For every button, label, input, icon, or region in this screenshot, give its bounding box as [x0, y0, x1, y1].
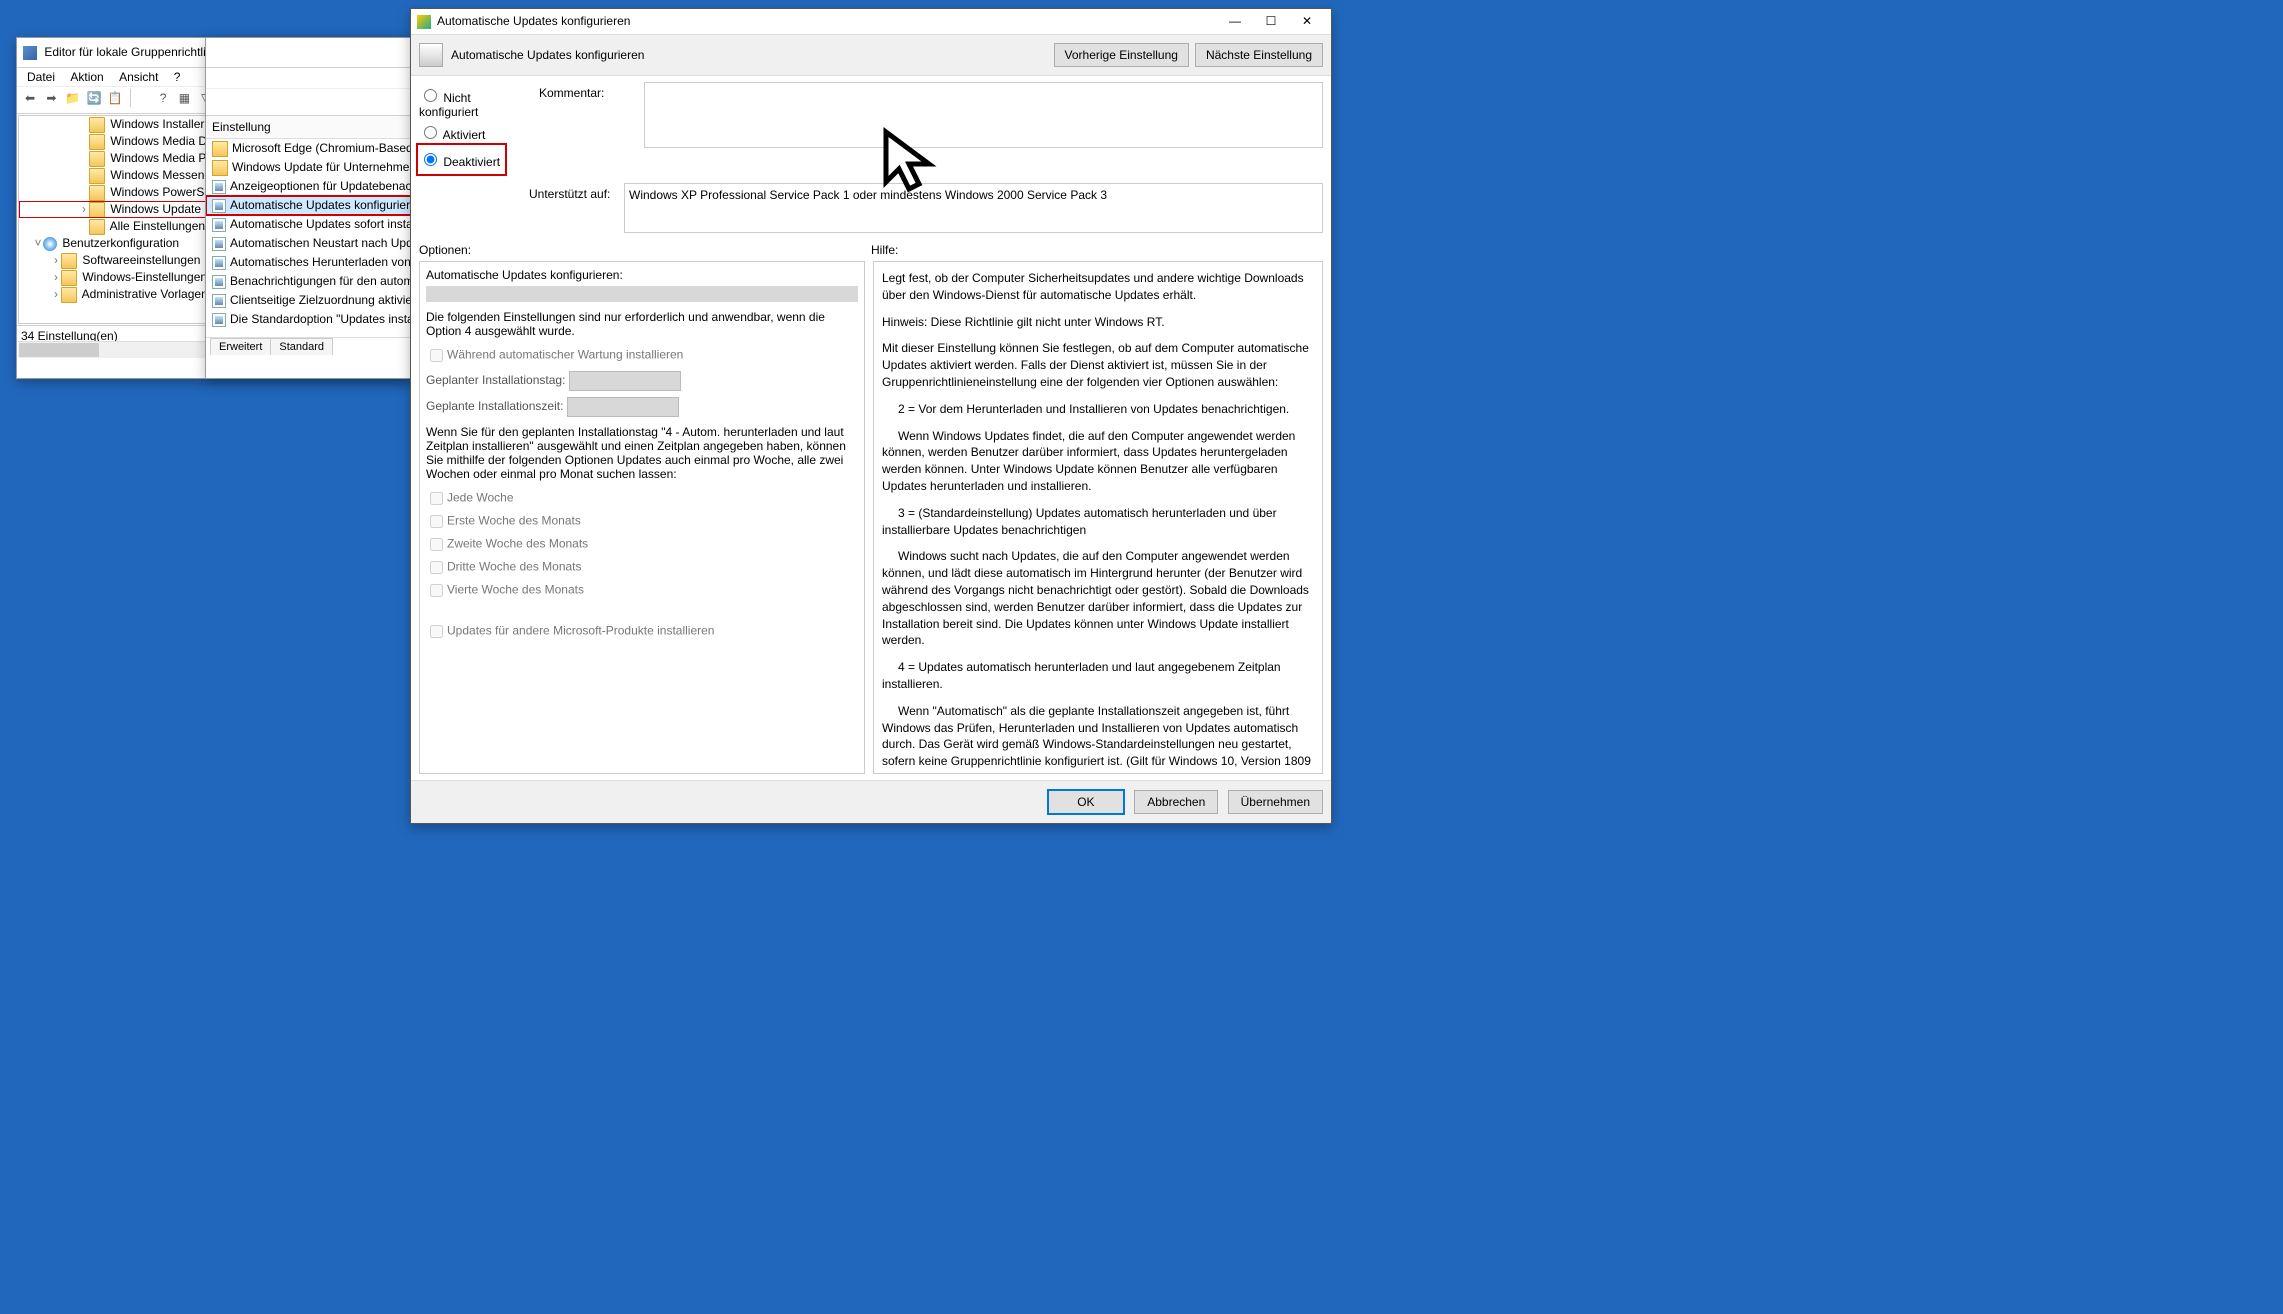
ok-button[interactable]: OK	[1047, 789, 1125, 815]
forward-icon[interactable]: ➡	[42, 89, 60, 107]
tree-item-label: Windows-Einstellungen	[82, 270, 207, 284]
tree-item-label: Alle Einstellungen	[110, 219, 205, 233]
menu-hilfe[interactable]: ?	[168, 68, 187, 86]
tab-erweitert[interactable]: Erweitert	[210, 338, 271, 355]
dialog-icon	[417, 15, 431, 29]
properties-icon[interactable]: ▦	[175, 89, 193, 107]
chk-week4[interactable]: Vierte Woche des Monats	[426, 581, 858, 600]
policy-item-icon	[212, 237, 226, 251]
radio-enabled[interactable]: Aktiviert	[419, 123, 529, 142]
menu-aktion[interactable]: Aktion	[64, 68, 109, 86]
chk-other-ms[interactable]: Updates für andere Microsoft-Produkte in…	[426, 622, 858, 641]
user-icon	[43, 237, 57, 251]
chk-week1[interactable]: Erste Woche des Monats	[426, 512, 858, 531]
comment-input[interactable]	[644, 82, 1323, 148]
folder-icon	[89, 219, 105, 235]
comment-label: Kommentar:	[539, 82, 634, 100]
maximize-button[interactable]: ☐	[1253, 12, 1289, 32]
up-icon[interactable]: 📁	[64, 89, 82, 107]
folder-icon	[89, 185, 105, 201]
help-p8: 4 = Updates automatisch herunterladen un…	[882, 659, 1314, 693]
list-item-label: Automatische Updates konfigurieren	[230, 198, 423, 212]
cancel-button[interactable]: Abbrechen	[1134, 790, 1218, 814]
scroll-thumb[interactable]	[19, 343, 99, 357]
install-day-select[interactable]	[569, 371, 681, 391]
row-install-day: Geplanter Installationstag:	[426, 371, 858, 391]
radio-not-configured[interactable]: Nicht konfiguriert	[419, 86, 529, 119]
help-label: Hilfe:	[871, 243, 1323, 257]
help-icon[interactable]: ?	[154, 89, 172, 107]
options-pane[interactable]: Automatische Updates konfigurieren: Die …	[419, 261, 865, 774]
supported-label: Unterstützt auf:	[529, 183, 624, 233]
help-pane[interactable]: Legt fest, ob der Computer Sicherheitsup…	[873, 261, 1323, 774]
apply-button[interactable]: Übernehmen	[1228, 790, 1323, 814]
supported-box: Windows XP Professional Service Pack 1 o…	[624, 183, 1323, 233]
help-p3: Mit dieser Einstellung können Sie festle…	[882, 340, 1314, 390]
options-combo[interactable]	[426, 286, 858, 302]
menu-datei[interactable]: Datei	[21, 68, 61, 86]
policy-item-icon	[212, 199, 226, 213]
help-p2: Hinweis: Diese Richtlinie gilt nicht unt…	[882, 314, 1314, 331]
prev-setting-button[interactable]: Vorherige Einstellung	[1054, 43, 1189, 67]
menu-ansicht[interactable]: Ansicht	[113, 68, 164, 86]
help-p4: 2 = Vor dem Herunterladen und Installier…	[882, 401, 1314, 418]
policy-item-icon	[212, 275, 226, 289]
chk-week2[interactable]: Zweite Woche des Monats	[426, 535, 858, 554]
help-p7: Windows sucht nach Updates, die auf den …	[882, 548, 1314, 649]
row-install-time: Geplante Installationszeit:	[426, 397, 858, 417]
gpedit-icon	[23, 46, 37, 60]
help-p6: 3 = (Standardeinstellung) Updates automa…	[882, 505, 1314, 539]
chk-week3[interactable]: Dritte Woche des Monats	[426, 558, 858, 577]
properties-dialog: Automatische Updates konfigurieren — ☐ ✕…	[410, 8, 1332, 824]
folder-icon	[61, 287, 77, 303]
dialog-subtitle: Automatische Updates konfigurieren	[451, 48, 644, 62]
folder-icon	[89, 151, 105, 167]
minimize-button[interactable]: —	[1217, 12, 1253, 32]
tree-item-label: Softwareeinstellungen	[82, 253, 200, 267]
export-icon[interactable]: 📋	[106, 89, 124, 107]
back-icon[interactable]: ⬅	[21, 89, 39, 107]
chk-every-week[interactable]: Jede Woche	[426, 489, 858, 508]
state-radios: Nicht konfiguriert Aktiviert Deaktiviert	[419, 82, 529, 173]
policy-item-icon	[212, 256, 226, 270]
help-p5: Wenn Windows Updates findet, die auf den…	[882, 428, 1314, 495]
install-time-select[interactable]	[567, 397, 679, 417]
gpedit-title: Editor für lokale Gruppenrichtlinien	[44, 45, 228, 59]
separator	[130, 89, 149, 107]
tree-item-label: Administrative Vorlagen	[82, 287, 208, 301]
policy-icon	[419, 43, 443, 67]
folder-icon	[61, 270, 77, 286]
tree-item-label: Benutzerkonfiguration	[62, 236, 179, 250]
tree-item-label: Windows Update	[110, 202, 201, 216]
folder-icon	[61, 253, 77, 269]
chk-maintenance[interactable]: Während automatischer Wartung installier…	[426, 346, 858, 365]
policy-item-icon	[212, 218, 226, 232]
tab-standard[interactable]: Standard	[270, 338, 333, 355]
policy-item-icon	[212, 180, 226, 194]
folder-icon	[89, 202, 105, 218]
dialog-buttons: OK Abbrechen Übernehmen	[411, 780, 1331, 823]
dialog-title: Automatische Updates konfigurieren	[437, 9, 630, 34]
policy-item-icon	[212, 313, 226, 327]
refresh-icon[interactable]: 🔄	[85, 89, 103, 107]
dialog-subheader: Automatische Updates konfigurieren Vorhe…	[411, 35, 1331, 76]
close-button[interactable]: ✕	[1289, 12, 1325, 32]
help-p9: Wenn "Automatisch" als die geplante Inst…	[882, 703, 1314, 770]
list-header-label: Einstellung	[212, 120, 271, 134]
radio-disabled[interactable]: Deaktiviert	[419, 150, 500, 169]
list-item-label: Clientseitige Zielzuordnung aktivieren	[230, 293, 429, 307]
options-head: Automatische Updates konfigurieren:	[426, 268, 858, 282]
options-label: Optionen:	[419, 243, 871, 257]
help-p1: Legt fest, ob der Computer Sicherheitsup…	[882, 270, 1314, 304]
options-note: Die folgenden Einstellungen sind nur erf…	[426, 310, 858, 338]
folder-icon	[89, 168, 105, 184]
policy-item-icon	[212, 294, 226, 308]
options-explain: Wenn Sie für den geplanten Installations…	[426, 425, 858, 481]
next-setting-button[interactable]: Nächste Einstellung	[1195, 43, 1323, 67]
folder-icon	[89, 117, 105, 133]
folder-icon	[89, 134, 105, 150]
tree-item-label: Windows Installer	[110, 117, 204, 131]
list-item-label: Windows Update für Unternehmen	[232, 160, 416, 174]
dialog-titlebar[interactable]: Automatische Updates konfigurieren — ☐ ✕	[411, 9, 1331, 35]
